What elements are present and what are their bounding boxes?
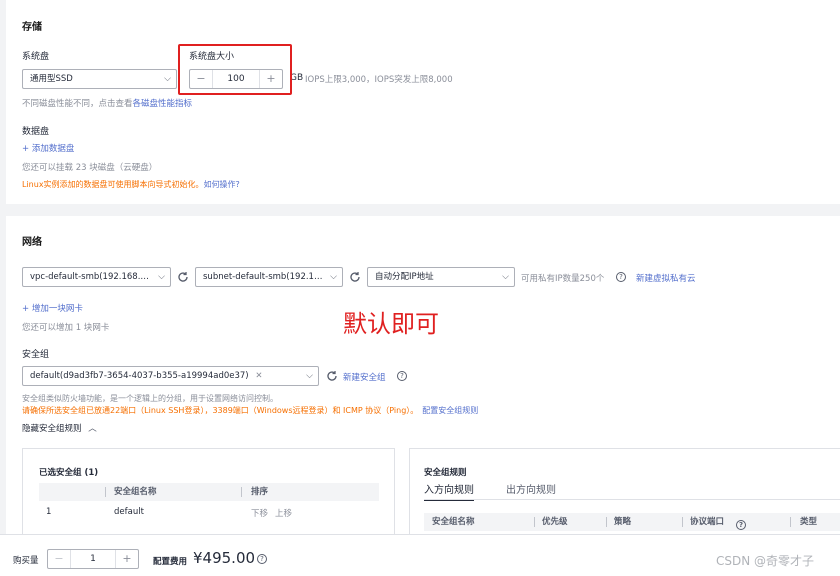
quantity-stepper[interactable]: − 1 +: [47, 549, 139, 569]
subnet-select[interactable]: subnet-default-smb(192.1… ⌵: [195, 267, 343, 287]
sg-description: 安全组类似防火墙功能，是一个逻辑上的分组，用于设置网络访问控制。: [22, 394, 278, 403]
new-vpc-link[interactable]: 新建虚拟私有云: [636, 272, 696, 284]
data-disk-label: 数据盘: [22, 127, 50, 137]
linux-how-link[interactable]: 如何操作?: [204, 180, 240, 189]
selected-sg-header: 安全组名称 排序: [39, 483, 379, 501]
help-icon[interactable]: ?: [616, 272, 626, 282]
system-disk-type-value: 通用型SSD: [30, 74, 73, 84]
vpc-select[interactable]: vpc-default-smb(192.168.… ⌵: [22, 267, 171, 287]
sg-rules-title: 安全组规则: [424, 468, 467, 478]
col-protocol-port: 协议端口: [690, 517, 725, 527]
chevron-up-icon: ︿: [88, 424, 97, 434]
column-separator: [534, 517, 535, 527]
subnet-value: subnet-default-smb(192.1…: [203, 272, 323, 282]
refresh-icon[interactable]: [177, 271, 189, 283]
help-icon[interactable]: ?: [397, 371, 407, 381]
row-sg-name: default: [114, 507, 144, 517]
col-type: 类型: [800, 517, 818, 527]
highlight-box: [178, 44, 292, 95]
tab-inbound[interactable]: 入方向规则: [424, 481, 474, 501]
linux-warn-text: Linux实例添加的数据盘可使用脚本向导式初始化。: [22, 180, 204, 189]
hide-rules-toggle[interactable]: 隐藏安全组规则 ︿: [22, 422, 97, 434]
column-separator: [606, 517, 607, 527]
sg-select[interactable]: default(d9ad3fb7-3654-4037-b355-a19994ad…: [22, 366, 319, 386]
hide-rules-text: 隐藏安全组规则: [22, 424, 82, 434]
close-icon[interactable]: ✕: [255, 371, 262, 381]
ip-mode-value: 自动分配IP地址: [375, 272, 434, 282]
ip-mode-select[interactable]: 自动分配IP地址 ⌵: [367, 267, 515, 287]
footer-bar: 购买量 − 1 + 配置费用 ¥495.00 ? CSDN @奇零才子: [0, 534, 840, 576]
qty-label: 购买量: [13, 556, 39, 566]
linux-warning: Linux实例添加的数据盘可使用脚本向导式初始化。如何操作?: [22, 179, 240, 190]
decrement-button[interactable]: −: [48, 550, 70, 568]
column-separator: [790, 517, 791, 527]
sg-value: default(d9ad3fb7-3654-4037-b355-a19994ad…: [30, 371, 249, 381]
sg-config-link[interactable]: 配置安全组规则: [422, 406, 478, 415]
col-policy: 策略: [614, 517, 632, 527]
fee-value: ¥495.00: [193, 549, 256, 567]
sg-rules-header: 安全组名称 优先级 策略 协议端口 ? 类型: [424, 513, 840, 531]
qty-value[interactable]: 1: [70, 550, 116, 568]
sg-rules-panel: 安全组规则 入方向规则 出方向规则 安全组名称 优先级 策略 协议端口 ? 类型: [409, 448, 840, 534]
watermark: CSDN @奇零才子: [716, 554, 815, 568]
system-disk-type-select[interactable]: 通用型SSD ⌵: [22, 69, 177, 89]
selected-sg-title: 已选安全组 (1): [39, 468, 99, 478]
vpc-value: vpc-default-smb(192.168.…: [30, 272, 149, 282]
new-sg-link[interactable]: 新建安全组: [343, 371, 386, 383]
perf-link[interactable]: 各磁盘性能指标: [133, 99, 193, 109]
chevron-down-icon: ⌵: [306, 371, 313, 381]
chevron-down-icon: ⌵: [158, 272, 165, 282]
column-separator: [241, 487, 242, 497]
storage-section: 存储 系统盘 通用型SSD ⌵ 系统盘大小 − 100 + GB IOPS上限3…: [6, 0, 840, 204]
add-nic-link[interactable]: + 增加一块网卡: [22, 302, 83, 314]
column-separator: [105, 487, 106, 497]
annotation-text: 默认即可: [343, 310, 439, 338]
col-sg-name: 安全组名称: [114, 487, 157, 497]
perf-hint: 不同磁盘性能不同，点击查看各磁盘性能指标: [22, 97, 192, 109]
selected-sg-panel: 已选安全组 (1) 安全组名称 排序 1 default 下移 上移: [22, 448, 395, 534]
storage-title: 存储: [22, 22, 42, 33]
iops-text: IOPS上限3,000，IOPS突发上限8,000: [305, 75, 453, 85]
nic-hint: 您还可以增加 1 块网卡: [22, 323, 110, 333]
network-title: 网络: [22, 237, 42, 248]
chevron-down-icon: ⌵: [330, 272, 337, 282]
chevron-down-icon: ⌵: [164, 74, 171, 84]
mount-hint: 您还可以挂载 23 块磁盘（云硬盘）: [22, 163, 158, 173]
tab-outbound[interactable]: 出方向规则: [506, 481, 556, 496]
chevron-down-icon: ⌵: [502, 272, 509, 282]
sg-label: 安全组: [22, 350, 50, 360]
system-disk-label: 系统盘: [22, 52, 50, 62]
refresh-icon[interactable]: [349, 271, 361, 283]
increment-button[interactable]: +: [116, 550, 138, 568]
table-row: 1 default 下移 上移: [39, 501, 379, 523]
row-index: 1: [46, 507, 52, 517]
sg-warning: 请确保所选安全组已放通22端口（Linux SSH登录），3389端口（Wind…: [22, 405, 478, 416]
move-up-button[interactable]: 上移: [275, 507, 292, 519]
column-separator: [682, 517, 683, 527]
tab-divider: [424, 499, 840, 500]
add-data-disk-link[interactable]: + 添加数据盘: [22, 142, 74, 154]
move-down-button[interactable]: 下移: [251, 507, 268, 519]
perf-hint-text: 不同磁盘性能不同，点击查看: [22, 99, 133, 109]
refresh-icon[interactable]: [326, 370, 338, 382]
col-sg-name: 安全组名称: [432, 517, 475, 527]
col-priority: 优先级: [542, 517, 568, 527]
help-icon[interactable]: ?: [736, 516, 746, 534]
fee-label: 配置费用: [153, 557, 188, 567]
ip-available: 可用私有IP数量250个: [521, 274, 605, 284]
network-section: 网络 vpc-default-smb(192.168.… ⌵ subnet-de…: [6, 216, 840, 534]
sg-warn-text: 请确保所选安全组已放通22端口（Linux SSH登录），3389端口（Wind…: [22, 406, 419, 415]
col-order: 排序: [251, 487, 269, 497]
help-icon[interactable]: ?: [257, 554, 267, 564]
